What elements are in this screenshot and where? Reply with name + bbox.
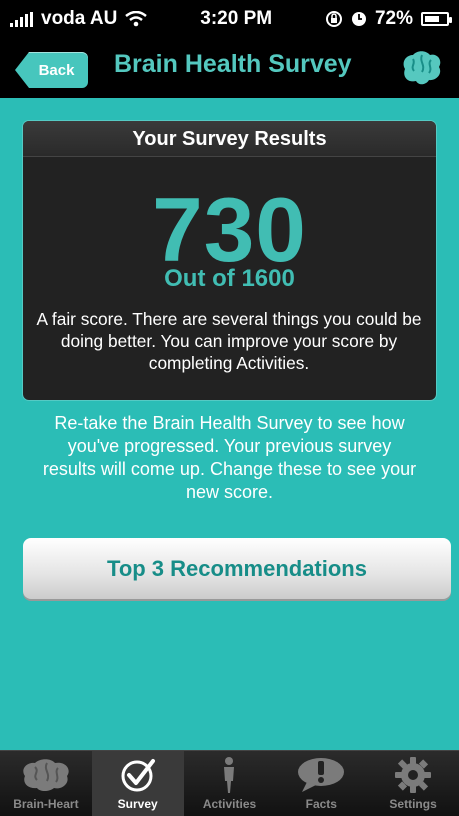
navigation-bar: Back Brain Health Survey [0,38,459,98]
tab-survey[interactable]: Survey [91,751,184,816]
score-description: A fair score. There are several things y… [36,309,422,373]
activities-icon [219,756,239,794]
tab-brain-heart[interactable]: Brain-Heart [0,751,92,816]
status-left: voda AU [10,8,148,30]
score-maximum: Out of 1600 [164,265,295,292]
retake-instructions: Re-take the Brain Health Survey to see h… [42,413,417,502]
page-title: Brain Health Survey [114,50,352,78]
battery-percent: 72% [374,8,413,29]
tab-label-brain-heart: Brain-Heart [13,797,79,811]
wifi-icon [125,11,148,27]
tab-label-activities: Activities [202,797,257,811]
settings-icon [394,756,432,794]
tab-facts[interactable]: Facts [275,751,367,816]
status-right: 72% [325,8,452,30]
signal-icon [10,11,33,27]
brain-heart-icon [20,756,72,794]
tab-label-facts: Facts [305,797,337,811]
tab-activities[interactable]: Activities [184,751,276,816]
tab-bar: Brain-Heart Survey Activities Facts Sett… [0,750,459,816]
tab-label-survey: Survey [117,797,158,811]
battery-level [425,16,440,22]
facts-icon [297,756,345,794]
carrier-name: voda AU [41,8,118,29]
battery-icon [421,12,452,26]
results-title: Your Survey Results [23,121,436,157]
back-button[interactable]: Back [15,52,88,88]
survey-check-icon [119,756,157,794]
brain-icon [403,51,441,85]
tab-settings[interactable]: Settings [367,751,459,816]
rotation-lock-icon [325,11,342,27]
top-recommendations-button[interactable]: Top 3 Recommendations [23,538,451,599]
app-screen: voda AU 3:20 PM 72% Back Brain Health Su… [0,0,459,816]
survey-results-card: Your Survey Results 730 Out of 1600 A fa… [23,121,436,400]
alarm-icon [351,12,366,26]
tab-label-settings: Settings [389,797,437,811]
status-time: 3:20 PM [200,8,273,29]
status-bar: voda AU 3:20 PM 72% [0,0,459,38]
